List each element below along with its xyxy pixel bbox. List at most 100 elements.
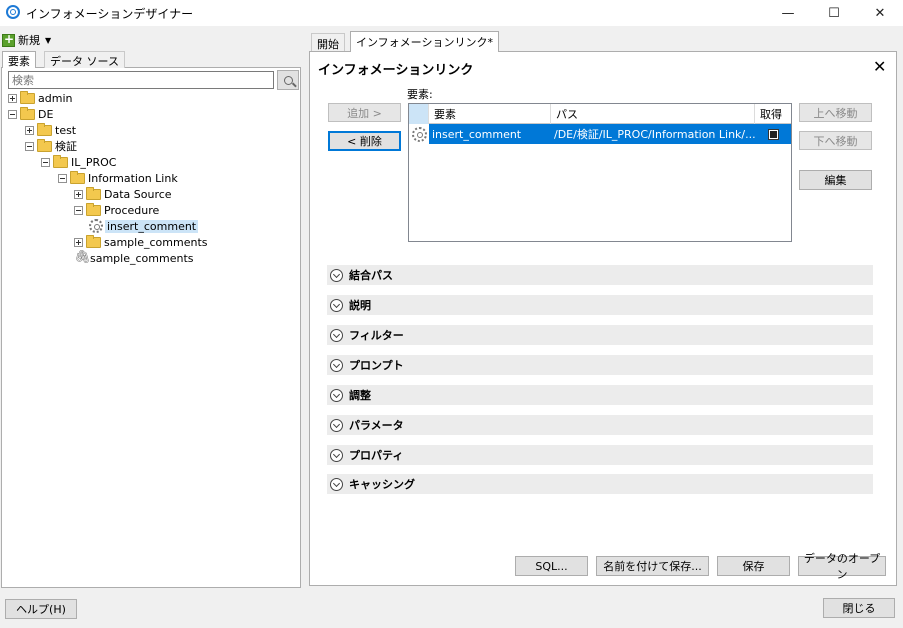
column-header-path[interactable]: パス: [551, 104, 755, 124]
chevron-down-icon: [330, 268, 343, 282]
tree-node-label: sample_comments: [104, 235, 208, 249]
section-caching[interactable]: キャッシング: [327, 474, 873, 494]
minimize-button[interactable]: —: [765, 0, 811, 26]
expand-icon[interactable]: [25, 125, 34, 135]
tree-node-label: sample_comments: [90, 251, 194, 265]
help-button[interactable]: ヘルプ(H): [5, 599, 77, 619]
grid-corner[interactable]: [409, 104, 429, 124]
search-input[interactable]: [8, 71, 274, 89]
tree-node-label: test: [55, 123, 77, 137]
collapse-icon[interactable]: [58, 173, 67, 183]
collapse-icon[interactable]: [41, 157, 50, 167]
tree-node-label: DE: [38, 107, 54, 121]
row-header[interactable]: [409, 124, 429, 144]
folder-icon: [86, 186, 101, 200]
collapse-icon[interactable]: [74, 205, 83, 215]
section-prompt[interactable]: プロンプト: [327, 355, 873, 375]
folder-icon: [37, 122, 52, 136]
folder-icon: [86, 234, 101, 248]
tree-node-test[interactable]: test: [25, 122, 76, 138]
new-button[interactable]: 新規 ▼: [2, 32, 51, 48]
column-header-element[interactable]: 要素: [429, 104, 551, 124]
maximize-button[interactable]: ☐: [811, 0, 857, 26]
chevron-down-icon: [330, 298, 343, 312]
new-plus-icon: [2, 32, 15, 47]
close-button[interactable]: 閉じる: [823, 598, 895, 618]
tree-node-de[interactable]: DE: [8, 106, 53, 122]
grid-header: 要素 パス 取得: [409, 104, 791, 124]
tree-node-label: insert_comment: [105, 219, 199, 233]
expand-icon[interactable]: [74, 189, 83, 199]
tree-node-il-proc[interactable]: IL_PROC: [41, 154, 117, 170]
app-icon: [6, 5, 20, 19]
paperclip-icon: 🖇: [74, 250, 91, 265]
save-button[interactable]: 保存: [717, 556, 790, 576]
section-properties[interactable]: プロパティ: [327, 445, 873, 465]
chevron-down-icon: ▼: [45, 35, 52, 45]
tree-node-insert-comment[interactable]: insert_comment: [89, 218, 199, 234]
collapse-icon[interactable]: [25, 141, 34, 151]
window-title: インフォメーションデザイナー: [26, 7, 194, 21]
move-up-button[interactable]: 上へ移動: [799, 103, 872, 122]
expand-icon[interactable]: [74, 237, 83, 247]
tab-start[interactable]: 開始: [311, 33, 345, 51]
chevron-down-icon: [330, 448, 343, 462]
elements-label: 要素:: [407, 88, 433, 101]
section-label: プロパティ: [349, 449, 404, 462]
tab-data-sources[interactable]: データ ソース: [44, 51, 125, 68]
table-row[interactable]: insert_comment /DE/検証/IL_PROC/Informatio…: [409, 124, 791, 144]
delete-button[interactable]: < 削除: [328, 131, 401, 151]
section-description[interactable]: 説明: [327, 295, 873, 315]
close-panel-icon[interactable]: ✕: [873, 57, 886, 76]
tab-information-link[interactable]: インフォメーションリンク*: [350, 31, 499, 52]
expand-icon[interactable]: [8, 93, 17, 103]
close-window-button[interactable]: ✕: [857, 0, 903, 26]
section-label: パラメータ: [349, 419, 404, 432]
tree-node-kensho[interactable]: 検証: [25, 138, 77, 154]
chevron-down-icon: [330, 328, 343, 342]
cell-element[interactable]: insert_comment: [429, 124, 551, 144]
panel-title: インフォメーションリンク: [318, 63, 474, 78]
chevron-down-icon: [330, 358, 343, 372]
search-button[interactable]: [277, 70, 299, 90]
sql-button[interactable]: SQL...: [515, 556, 588, 576]
folder-icon: [53, 154, 68, 168]
new-label: 新規: [18, 34, 40, 47]
tree-node-sample-comments-link[interactable]: 🖇 sample_comments: [74, 250, 194, 266]
search-icon: [283, 75, 293, 85]
tree-node-data-source[interactable]: Data Source: [74, 186, 172, 202]
collapse-icon[interactable]: [8, 109, 17, 119]
tree-node-label: Data Source: [104, 187, 172, 201]
section-filter[interactable]: フィルター: [327, 325, 873, 345]
section-label: キャッシング: [349, 478, 415, 491]
tree-node-label: Procedure: [104, 203, 160, 217]
tree-node-sample-comments-folder[interactable]: sample_comments: [74, 234, 208, 250]
section-conditioning[interactable]: 調整: [327, 385, 873, 405]
section-join-path[interactable]: 結合パス: [327, 265, 873, 285]
tree-node-admin[interactable]: admin: [8, 90, 72, 106]
gear-icon: [89, 219, 103, 233]
tree-node-procedure[interactable]: Procedure: [74, 202, 159, 218]
gear-icon: [411, 126, 427, 142]
chevron-down-icon: [330, 388, 343, 402]
tab-elements[interactable]: 要素: [2, 51, 36, 68]
cell-fetch[interactable]: [755, 124, 791, 144]
tree-node-label: Information Link: [88, 171, 178, 185]
section-parameters[interactable]: パラメータ: [327, 415, 873, 435]
tree-node-information-link[interactable]: Information Link: [58, 170, 178, 186]
edit-button[interactable]: 編集: [799, 170, 872, 190]
add-button[interactable]: 追加 >: [328, 103, 401, 122]
elements-grid[interactable]: 要素 パス 取得 insert_comment /DE/検証/IL_PROC/I…: [408, 103, 792, 242]
fetch-checkbox[interactable]: [767, 128, 779, 140]
folder-icon: [86, 202, 101, 216]
cell-path[interactable]: /DE/検証/IL_PROC/Information Link/...: [551, 124, 755, 144]
tree-node-label: IL_PROC: [71, 155, 117, 169]
move-down-button[interactable]: 下へ移動: [799, 131, 872, 150]
save-as-button[interactable]: 名前を付けて保存...: [596, 556, 709, 576]
title-bar: インフォメーションデザイナー — ☐ ✕: [0, 0, 903, 26]
open-data-button[interactable]: データのオープン: [798, 552, 886, 581]
section-label: 説明: [349, 299, 371, 312]
column-header-fetch[interactable]: 取得: [755, 104, 791, 124]
folder-icon: [37, 138, 52, 152]
chevron-down-icon: [330, 418, 343, 432]
